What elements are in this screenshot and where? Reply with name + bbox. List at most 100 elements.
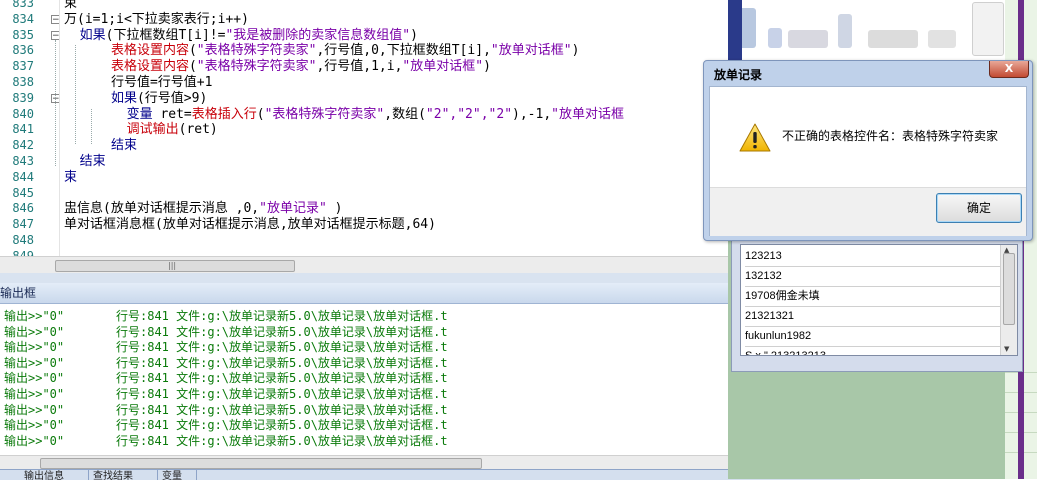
code-token: "表格特殊字符卖家" (264, 106, 385, 122)
code-token: ,数组( (384, 106, 426, 122)
code-line[interactable]: 盅信息(放单对话框提示消息 ,0,"放单记录" ) (64, 201, 342, 217)
dialog-title: 放单记录 (714, 68, 763, 82)
code-line[interactable]: 行号值=行号值+1 (64, 75, 213, 91)
close-button[interactable]: X (989, 61, 1029, 78)
code-line[interactable]: 结束 (64, 154, 106, 170)
code-token: 束 (64, 0, 78, 11)
list-item[interactable]: 21321321 (745, 307, 1001, 327)
output-panel-title: 输出框 (0, 283, 728, 304)
code-token: "放单记录" (259, 201, 327, 217)
output-source: 行号:841 文件:g:\放单记录新5.0\放单记录\放单对话框.t (116, 387, 448, 401)
output-row[interactable]: 输出>>"0" 行号:841 文件:g:\放单记录新5.0\放单记录\放单对话框.… (4, 309, 448, 325)
list-item[interactable]: 132132 (745, 267, 1001, 287)
line-number: 846 (12, 201, 34, 216)
code-line[interactable]: 表格设置内容("表格特殊字符卖家",行号值,0,下拉框数组T[i],"放单对话框… (64, 43, 579, 59)
list-item[interactable]: 19708佣金未填 (745, 287, 1001, 307)
line-number: 838 (12, 75, 34, 89)
output-value: 输出>>"0" (4, 355, 65, 370)
code-line[interactable]: 调试输出(ret) (64, 122, 218, 138)
gutter-divider (59, 0, 60, 256)
output-value: 输出>>"0" (4, 418, 65, 433)
panel-splitter[interactable] (0, 273, 728, 283)
output-source: 行号:841 文件:g:\放单记录新5.0\放单记录\放单对话框.t (116, 371, 448, 386)
code-token: 结束 (64, 154, 106, 169)
code-token: 表格插入行 (191, 106, 257, 122)
output-source: 行号:841 文件:g:\放单记录新5.0\放单记录\放单对话框.t (116, 402, 448, 417)
code-token: (ret) (178, 122, 218, 138)
output-row[interactable]: 输出>>"0" 行号:841 文件:g:\放单记录新5.0\放单记录\放单对话框.… (4, 403, 448, 419)
code-line[interactable]: 变量 ret=表格插入行("表格特殊字符卖家",数组("2","2","2"),… (64, 107, 624, 123)
output-value: 输出>>"0" (4, 433, 65, 448)
code-line[interactable]: 万(i=1;i<下拉卖家表行;i++) (64, 12, 249, 28)
ok-button[interactable]: 确定 (936, 193, 1022, 223)
output-row[interactable]: 输出>>"0" 行号:841 文件:g:\放单记录新5.0\放单记录\放单对话框.… (4, 356, 448, 372)
code-token: "放单对话框 (551, 106, 624, 122)
output-row[interactable]: 输出>>"0" 行号:841 文件:g:\放单记录新5.0\放单记录\放单对话框.… (4, 371, 448, 387)
output-row[interactable]: 输出>>"0" 行号:841 文件:g:\放单记录新5.0\放单记录\放单对话框.… (4, 325, 448, 341)
output-hscroll-thumb[interactable] (40, 458, 482, 469)
code-token: ) (410, 27, 418, 43)
line-number: 836 (12, 43, 34, 58)
code-line[interactable]: 如果(行号值>9) (64, 91, 207, 107)
output-row[interactable]: 输出>>"0" 行号:841 文件:g:\放单记录新5.0\放单记录\放单对话框.… (4, 340, 448, 356)
window-edge (728, 0, 742, 60)
code-line[interactable]: 如果(下拉框数组T[i]!="我是被删除的卖家信息数组值") (64, 28, 418, 44)
code-token: "我是被删除的卖家信息数组值" (225, 27, 411, 43)
output-list[interactable]: 输出>>"0" 行号:841 文件:g:\放单记录新5.0\放单记录\放单对话框.… (0, 305, 808, 455)
output-horizontal-scrollbar[interactable] (0, 455, 825, 470)
dialog-body: 不正确的表格控件名：表格特殊字符卖家 确定 (709, 86, 1027, 236)
output-source: 行号:841 文件:g:\放单记录新5.0\放单记录\放单对话框.t (116, 418, 448, 433)
line-number-gutter: 833 834 835 836 837 838 839 840 841 842 843 844 845 8… (0, 0, 40, 256)
code-line[interactable]: 束 (64, 0, 77, 12)
code-token: 调试输出 (64, 122, 179, 138)
output-source: 行号:841 文件:g:\放单记录新5.0\放单记录\放单对话框.t (116, 355, 448, 370)
line-number: 840 (12, 106, 34, 121)
dialog-message: 不正确的表格控件名：表格特殊字符卖家 (782, 129, 999, 143)
list-item[interactable]: S x " 213213213 (745, 347, 1001, 355)
code-token: "表格特殊字符卖家" (196, 43, 317, 59)
output-source: 行号:841 文件:g:\放单记录新5.0\放单记录\放单对话框.t (116, 324, 448, 339)
code-token: 表格设置内容 (64, 59, 189, 75)
code-token: (下拉框数组T[i]!= (105, 27, 226, 43)
line-number: 834 (12, 11, 34, 26)
code-token: 万(i=1;i<下拉卖家表行;i++) (64, 11, 249, 27)
code-token: ,行号值,0,下拉框数组T[i], (316, 43, 491, 59)
warning-icon (739, 123, 771, 152)
arrow-down-icon[interactable]: ▼ (1004, 345, 1009, 353)
blurred-region (868, 30, 918, 48)
line-number: 839 (12, 90, 34, 105)
indent-guide (91, 108, 92, 145)
blurred-region (838, 14, 852, 48)
seller-listbox[interactable]: 123213 132132 19708佣金未填 21321321 fukunlun198… (740, 244, 1018, 356)
output-row[interactable]: 输出>>"0" 行号:841 文件:g:\放单记录新5.0\放单记录\放单对话框.… (4, 418, 448, 434)
code-line[interactable]: 单对话框消息框(放单对话框提示消息,放单对话框提示标题,64) (64, 217, 436, 233)
line-number: 841 (12, 122, 34, 137)
list-item[interactable]: fukunlun1982 (745, 327, 1001, 347)
line-number: 845 (12, 185, 34, 200)
listbox-scrollbar[interactable]: ▲ ▼ (1000, 245, 1017, 355)
code-token: ret= (152, 106, 192, 122)
code-token: ) (483, 59, 491, 75)
code-line[interactable]: 束 (64, 170, 77, 186)
code-editor[interactable]: 833 834 835 836 837 838 839 840 841 842 843 844 845 8… (0, 0, 728, 256)
code-token: ),-1, (512, 106, 552, 122)
code-token: 变量 (64, 106, 153, 122)
line-number: 835 (12, 27, 34, 42)
code-token: "2","2","2" (425, 106, 513, 122)
code-token: ( (188, 59, 197, 75)
line-number: 833 (12, 0, 34, 10)
blurred-region (972, 2, 1004, 56)
output-source: 行号:841 文件:g:\放单记录新5.0\放单记录\放单对话框.t (116, 340, 448, 355)
code-token: ,行号值,1,i, (316, 59, 403, 75)
output-source: 行号:841 文件:g:\放单记录新5.0\放单记录\放单对话框.t (116, 309, 448, 323)
output-row[interactable]: 输出>>"0" 行号:841 文件:g:\放单记录新5.0\放单记录\放单对话框.… (4, 434, 448, 450)
error-dialog: 放单记录 X 不正确的表格控件名：表格特殊字符卖家 确定 (703, 60, 1033, 241)
listbox-scroll-thumb[interactable] (1003, 253, 1015, 325)
line-number: 837 (12, 59, 34, 74)
list-item[interactable]: 123213 (745, 247, 1001, 267)
code-line[interactable]: 表格设置内容("表格特殊字符卖家",行号值,1,i,"放单对话框") (64, 59, 491, 75)
output-row[interactable]: 输出>>"0" 行号:841 文件:g:\放单记录新5.0\放单记录\放单对话框.… (4, 387, 448, 403)
editor-scroll-thumb[interactable]: ||| (55, 260, 295, 272)
editor-horizontal-scrollbar[interactable]: ||| (0, 256, 728, 274)
background-app-header (728, 0, 1037, 60)
